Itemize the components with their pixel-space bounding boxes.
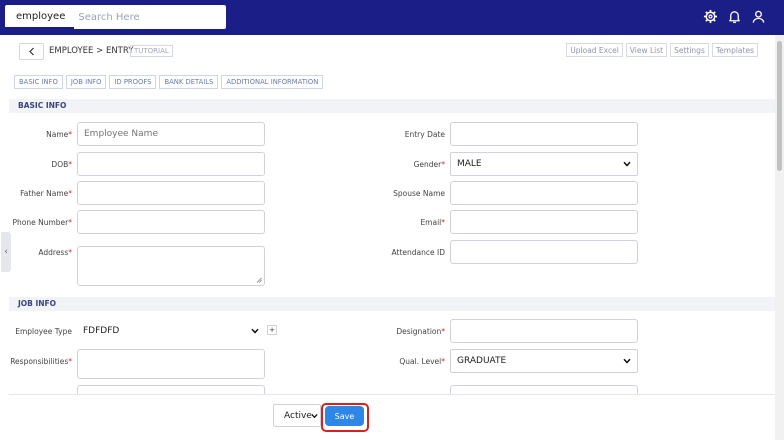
father-name-label-text: Father Name bbox=[20, 189, 69, 198]
breadcrumb: EMPLOYEE > ENTRY bbox=[49, 46, 134, 56]
scrollbar[interactable] bbox=[775, 35, 784, 440]
qual-level-select[interactable]: GRADUATE bbox=[450, 349, 638, 373]
search-bar: employee bbox=[5, 5, 226, 29]
dob-label: DOB* bbox=[51, 160, 72, 169]
responsibilities-label: Responsibilities* bbox=[10, 357, 72, 366]
email-input[interactable] bbox=[450, 210, 638, 234]
search-module-label[interactable]: employee bbox=[5, 5, 75, 29]
spouse-name-label: Spouse Name bbox=[393, 189, 445, 198]
basic-info-header: BASIC INFO bbox=[9, 99, 775, 113]
dob-label-text: DOB bbox=[51, 160, 69, 169]
dob-input[interactable] bbox=[77, 152, 265, 176]
chevron-down-icon bbox=[623, 358, 631, 364]
tutorial-link[interactable]: TUTORIAL bbox=[130, 45, 173, 57]
settings-button[interactable]: Settings bbox=[670, 43, 709, 57]
search-input[interactable] bbox=[78, 11, 219, 23]
content-panel bbox=[9, 35, 773, 440]
sidebar-toggle[interactable]: ‹ bbox=[1, 232, 11, 272]
employee-type-select[interactable]: FDFDFD bbox=[77, 319, 265, 343]
tab-job-info[interactable]: JOB INFO bbox=[65, 75, 107, 89]
upload-excel-button[interactable]: Upload Excel bbox=[566, 43, 623, 57]
user-icon[interactable] bbox=[751, 9, 766, 24]
father-name-input[interactable] bbox=[77, 181, 265, 205]
footer-bar bbox=[9, 394, 775, 440]
attendance-id-label: Attendance ID bbox=[391, 248, 445, 257]
add-employee-type-button[interactable]: + bbox=[267, 325, 277, 335]
attendance-id-input[interactable] bbox=[450, 240, 638, 264]
bell-icon[interactable] bbox=[727, 9, 742, 24]
spouse-name-input[interactable] bbox=[450, 181, 638, 205]
top-icons bbox=[703, 9, 766, 24]
email-label-text: Email bbox=[420, 218, 442, 227]
basic-info-title: BASIC INFO bbox=[18, 101, 67, 110]
qual-level-value: GRADUATE bbox=[457, 356, 507, 366]
section-tabs: BASIC INFO JOB INFO ID PROOFS BANK DETAI… bbox=[14, 75, 324, 89]
qual-level-label: Qual. Level* bbox=[399, 357, 445, 366]
job-info-header: JOB INFO bbox=[9, 297, 775, 311]
gender-select[interactable]: MALE bbox=[450, 152, 638, 176]
tab-basic-info[interactable]: BASIC INFO bbox=[14, 75, 63, 89]
name-label: Name* bbox=[46, 130, 72, 139]
scrollbar-thumb[interactable] bbox=[777, 41, 782, 171]
back-button[interactable] bbox=[19, 43, 44, 60]
chevron-down-icon bbox=[311, 413, 318, 419]
gear-icon[interactable] bbox=[703, 9, 718, 24]
phone-number-label: Phone Number* bbox=[12, 218, 73, 227]
qual-level-label-text: Qual. Level bbox=[399, 357, 442, 366]
address-label: Address* bbox=[38, 248, 72, 257]
chevron-left-icon: ‹ bbox=[4, 247, 8, 257]
phone-number-label-text: Phone Number bbox=[12, 218, 69, 227]
designation-input[interactable] bbox=[450, 319, 638, 343]
email-label: Email* bbox=[420, 218, 445, 227]
chevron-down-icon bbox=[623, 161, 631, 167]
address-label-text: Address bbox=[38, 248, 69, 257]
name-input[interactable] bbox=[77, 122, 265, 146]
header-actions: Upload Excel View List Settings Template… bbox=[566, 43, 758, 57]
employee-type-value: FDFDFD bbox=[83, 326, 120, 336]
job-info-title: JOB INFO bbox=[18, 299, 57, 308]
father-name-label: Father Name* bbox=[20, 189, 72, 198]
gender-label-text: Gender bbox=[413, 160, 442, 169]
name-label-text: Name bbox=[46, 130, 69, 139]
view-list-button[interactable]: View List bbox=[625, 43, 668, 57]
phone-number-input[interactable] bbox=[77, 210, 265, 234]
responsibilities-label-text: Responsibilities bbox=[10, 357, 69, 366]
employee-type-label: Employee Type bbox=[15, 327, 72, 336]
designation-label: Designation* bbox=[396, 327, 445, 336]
resize-handle-icon[interactable] bbox=[256, 277, 262, 283]
designation-label-text: Designation bbox=[396, 327, 442, 336]
status-value: Active bbox=[284, 410, 312, 421]
chevron-down-icon bbox=[251, 328, 259, 334]
tab-additional-information[interactable]: ADDITIONAL INFORMATION bbox=[221, 75, 324, 89]
top-navbar: employee bbox=[0, 0, 784, 35]
status-select[interactable]: Active bbox=[273, 404, 321, 427]
entry-date-input[interactable] bbox=[450, 122, 638, 146]
tab-bank-details[interactable]: BANK DETAILS bbox=[159, 75, 219, 89]
entry-date-label: Entry Date bbox=[404, 130, 445, 139]
responsibilities-textarea[interactable] bbox=[77, 349, 265, 379]
templates-button[interactable]: Templates bbox=[711, 43, 758, 57]
tab-id-proofs[interactable]: ID PROOFS bbox=[109, 75, 157, 89]
gender-value: MALE bbox=[457, 159, 482, 169]
save-button[interactable]: Save bbox=[325, 406, 364, 426]
chevron-left-icon bbox=[29, 47, 34, 56]
gender-label: Gender* bbox=[413, 160, 445, 169]
address-textarea[interactable] bbox=[77, 246, 265, 286]
